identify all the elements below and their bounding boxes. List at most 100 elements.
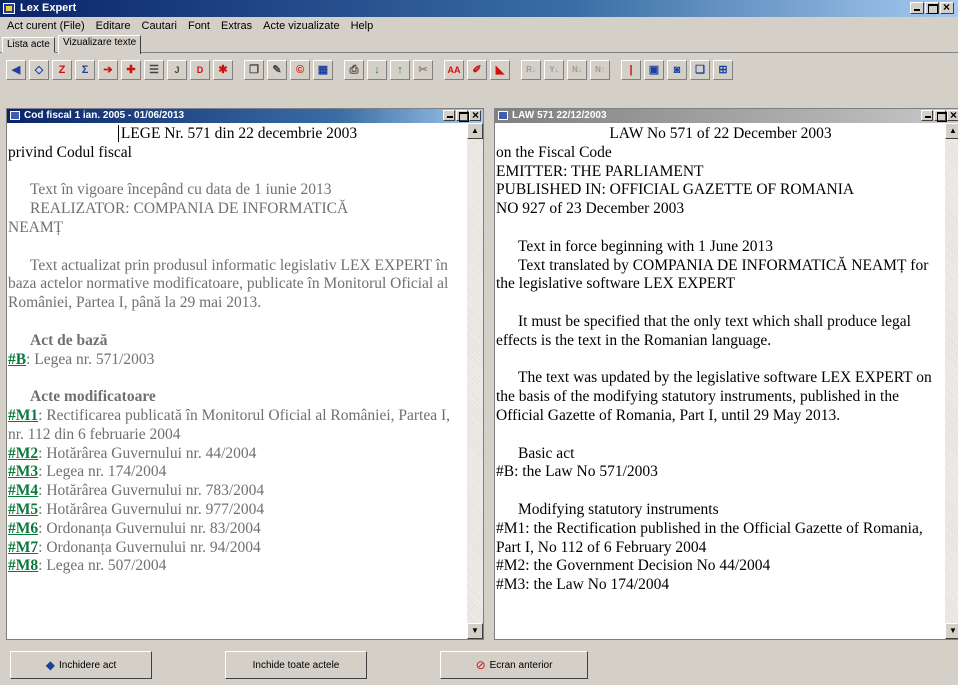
document-text[interactable]: LAW No 571 of 22 December 2003 on the Fi… — [495, 123, 945, 639]
document-icon — [498, 111, 508, 120]
document-icon — [10, 111, 20, 120]
print-preview-icon[interactable]: J — [167, 60, 187, 80]
vertical-scrollbar[interactable]: ▲ ▼ — [945, 123, 958, 639]
modifying-acts-heading: Acte modificatoare — [30, 388, 156, 406]
law-subtitle: privind Codul fiscal — [8, 143, 132, 161]
scroll-up-icon[interactable]: ▲ — [467, 123, 483, 139]
law-line: EMITTER: THE PARLIAMENT — [496, 162, 704, 180]
list-item: #M5: Hotărârea Guvernului nr. 977/2004 — [8, 500, 265, 518]
sort3-icon[interactable]: N↓ — [567, 60, 587, 80]
aa-icon[interactable]: AA — [444, 60, 464, 80]
export-icon[interactable]: ➔ — [98, 60, 118, 80]
document-title: Cod fiscal 1 ian. 2005 - 01/06/2013 — [24, 110, 185, 121]
doc-close-button[interactable] — [469, 108, 481, 122]
base-act-text: : Legea nr. 571/2003 — [26, 350, 155, 368]
copy-icon[interactable]: ❐ — [244, 60, 264, 80]
close-all-acts-button[interactable]: Inchide toate actele — [225, 651, 367, 679]
mod-link[interactable]: #M1 — [8, 407, 38, 424]
list-item: #M4: Hotărârea Guvernului nr. 783/2004 — [8, 482, 265, 500]
list-item: #M1: Rectificarea publicată în Monitorul… — [8, 406, 451, 443]
menu-editare[interactable]: Editare — [93, 20, 139, 32]
mod-link[interactable]: #M2 — [8, 445, 38, 462]
marker-icon[interactable]: ◣ — [490, 60, 510, 80]
tab-vizualizare-texte[interactable]: Vizualizare texte — [58, 35, 142, 54]
update-note: Text actualizat prin produsul informatic… — [8, 256, 449, 312]
law-heading: LEGE Nr. 571 din 22 decembrie 2003 — [120, 125, 358, 142]
list-icon[interactable]: ☰ — [144, 60, 164, 80]
bottom-bar: ◆ Inchidere act Inchide toate actele ⊘ E… — [0, 648, 958, 685]
close-button[interactable] — [940, 0, 954, 14]
doc-maximize-button[interactable] — [456, 110, 469, 122]
list-item: #M2: Hotărârea Guvernului nr. 44/2004 — [8, 444, 257, 462]
chart-icon[interactable]: D — [190, 60, 210, 80]
tab-lista-acte[interactable]: Lista acte — [2, 37, 55, 53]
scissors-icon[interactable]: ✂ — [413, 60, 433, 80]
menu-acte-vizualizate[interactable]: Acte vizualizate — [260, 20, 347, 32]
app-icon — [3, 3, 15, 14]
scroll-up-icon[interactable]: ▲ — [945, 123, 958, 139]
minimize-button[interactable] — [910, 2, 924, 14]
doc-maximize-button[interactable] — [934, 110, 947, 122]
window1-icon[interactable]: ▣ — [644, 60, 664, 80]
list-item: #M1: the Rectification published in the … — [496, 519, 923, 556]
sort4-icon[interactable]: N↑ — [590, 60, 610, 80]
mod-link[interactable]: #M5 — [8, 501, 38, 518]
menu-file[interactable]: Act curent (File) — [4, 20, 93, 32]
menu-font[interactable]: Font — [185, 20, 218, 32]
menu-help[interactable]: Help — [348, 20, 382, 32]
calendar-icon[interactable]: ▦ — [313, 60, 333, 80]
doc-minimize-button[interactable] — [921, 110, 933, 121]
base-act-text: #B: the Law No 571/2003 — [496, 463, 658, 481]
sort2-icon[interactable]: Y↓ — [544, 60, 564, 80]
eraser-icon[interactable]: ◇ — [29, 60, 49, 80]
base-act-link[interactable]: #B — [8, 351, 26, 368]
close-act-button[interactable]: ◆ Inchidere act — [10, 651, 152, 679]
star-icon[interactable]: ✱ — [213, 60, 233, 80]
scroll-down-icon[interactable]: ▼ — [467, 623, 483, 639]
no-entry-icon: ⊘ — [475, 658, 486, 672]
mod-link[interactable]: #M8 — [8, 557, 38, 574]
vertical-scrollbar[interactable]: ▲ ▼ — [467, 123, 483, 639]
insert-icon[interactable]: ✚ — [121, 60, 141, 80]
arrow-down-icon[interactable]: ↓ — [367, 60, 387, 80]
menu-cautari[interactable]: Cautari — [139, 20, 185, 32]
printer-icon[interactable]: ⎙ — [344, 60, 364, 80]
law-heading: LAW No 571 of 22 December 2003 — [609, 125, 832, 142]
grid-icon[interactable]: ⊞ — [713, 60, 733, 80]
mod-link[interactable]: #M6 — [8, 520, 38, 537]
scroll-down-icon[interactable]: ▼ — [945, 623, 958, 639]
mod-link[interactable]: #M7 — [8, 539, 38, 556]
in-force-text: Text in force beginning with 1 June 2013 — [518, 237, 774, 255]
circle-c-icon[interactable]: © — [290, 60, 310, 80]
maximize-button[interactable] — [925, 2, 939, 14]
mod-link[interactable]: #M3 — [8, 463, 38, 480]
doc-minimize-button[interactable] — [443, 110, 455, 121]
menu-extras[interactable]: Extras — [218, 20, 260, 32]
previous-screen-button[interactable]: ⊘ Ecran anterior — [440, 651, 588, 679]
law-line: on the Fiscal Code — [496, 143, 612, 161]
text-cursor — [117, 125, 119, 142]
app-titlebar: Lex Expert — [0, 0, 958, 17]
list-item: #M7: Ordonanța Guvernului nr. 94/2004 — [8, 538, 261, 556]
window3-icon[interactable]: ❏ — [690, 60, 710, 80]
z-icon[interactable]: Z — [52, 60, 72, 80]
list-item: #M3: the Law No 174/2004 — [496, 576, 670, 594]
list-item: #M8: Legea nr. 507/2004 — [8, 557, 167, 575]
window2-icon[interactable]: ◙ — [667, 60, 687, 80]
arrow-up-icon[interactable]: ↑ — [390, 60, 410, 80]
update-note: The text was updated by the legislative … — [496, 369, 932, 424]
sort1-icon[interactable]: R↓ — [521, 60, 541, 80]
legal-effects-note: It must be specified that the only text … — [496, 312, 911, 349]
pen-icon[interactable]: ✐ — [467, 60, 487, 80]
bar-icon[interactable]: | — [621, 60, 641, 80]
mod-link[interactable]: #M4 — [8, 482, 38, 499]
document-text[interactable]: LEGE Nr. 571 din 22 decembrie 2003 privi… — [7, 123, 467, 639]
doc-close-button[interactable] — [947, 108, 958, 122]
modifying-acts-heading: Modifying statutory instruments — [518, 500, 719, 518]
view-tabs: Lista acte Vizualizare texte — [0, 35, 958, 54]
author-text-cont: NEAMȚ — [8, 218, 64, 236]
edit-icon[interactable]: ✎ — [267, 60, 287, 80]
sigma-icon[interactable]: Σ — [75, 60, 95, 80]
menu-bar: Act curent (File) Editare Cautari Font E… — [0, 17, 958, 35]
back-icon[interactable]: ◀ — [6, 60, 26, 80]
